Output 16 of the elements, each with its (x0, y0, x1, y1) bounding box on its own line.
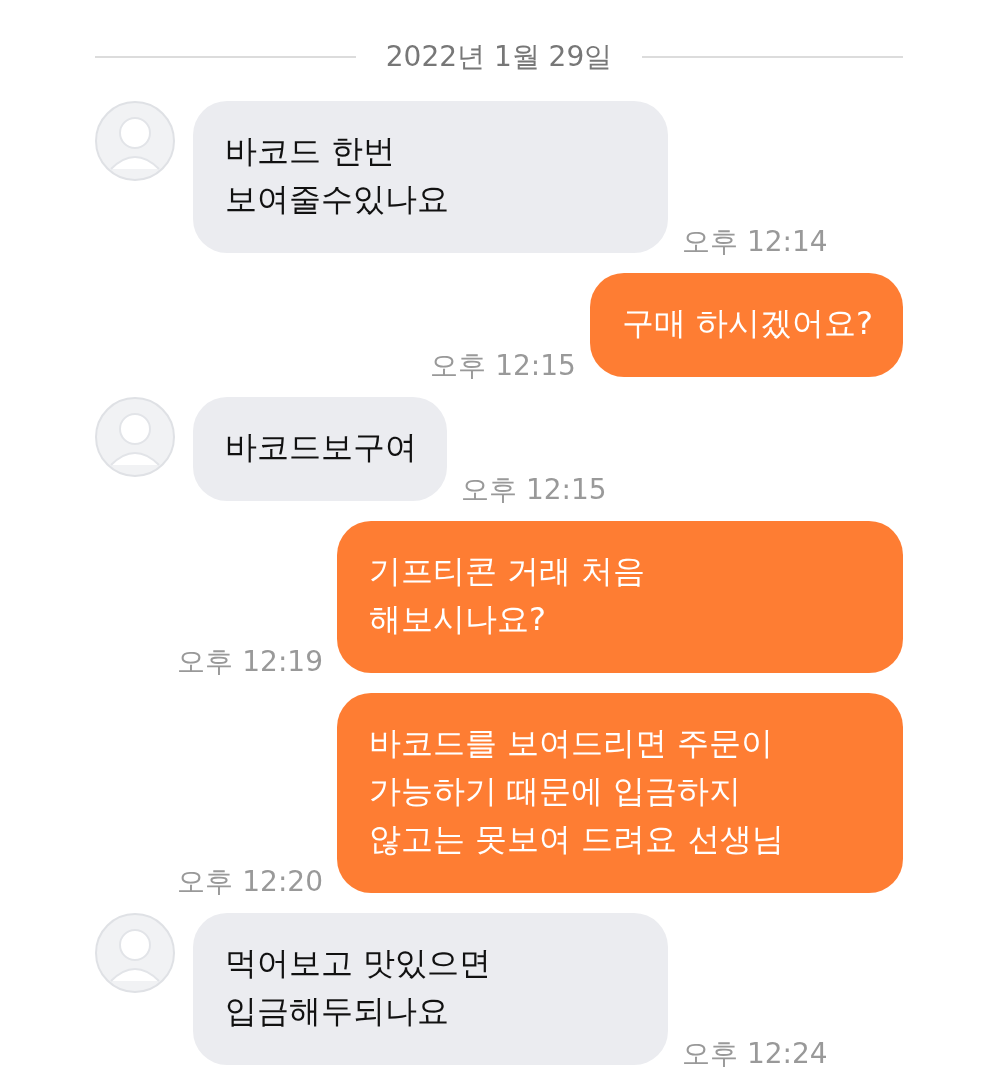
sent-message-bubble: 기프티콘 거래 처음 해보시나요? (337, 521, 903, 673)
avatar-icon (95, 397, 175, 477)
received-message-bubble: 바코드 한번 보여줄수있나요 (193, 101, 668, 253)
message-time: 오후 12:24 (682, 1036, 828, 1072)
message-time: 오후 12:14 (682, 224, 828, 260)
avatar-icon (95, 101, 175, 181)
message-time: 오후 12:15 (430, 348, 576, 384)
sent-message-bubble: 바코드를 보여드리면 주문이 가능하기 때문에 입금하지 않고는 못보여 드려요 선생님 (337, 693, 903, 893)
received-message-bubble: 바코드보구여 (193, 397, 447, 501)
message-time: 오후 12:20 (177, 864, 323, 900)
sent-message-bubble: 구매 하시겠어요? (589, 273, 903, 377)
message-time: 오후 12:19 (177, 644, 323, 680)
date-divider: 2022년 1월 29일 (385, 39, 613, 75)
avatar-icon (95, 913, 175, 993)
received-message-bubble: 먹어보고 맛있으면 입금해두되나요 (193, 913, 668, 1065)
message-time: 오후 12:15 (461, 472, 607, 508)
